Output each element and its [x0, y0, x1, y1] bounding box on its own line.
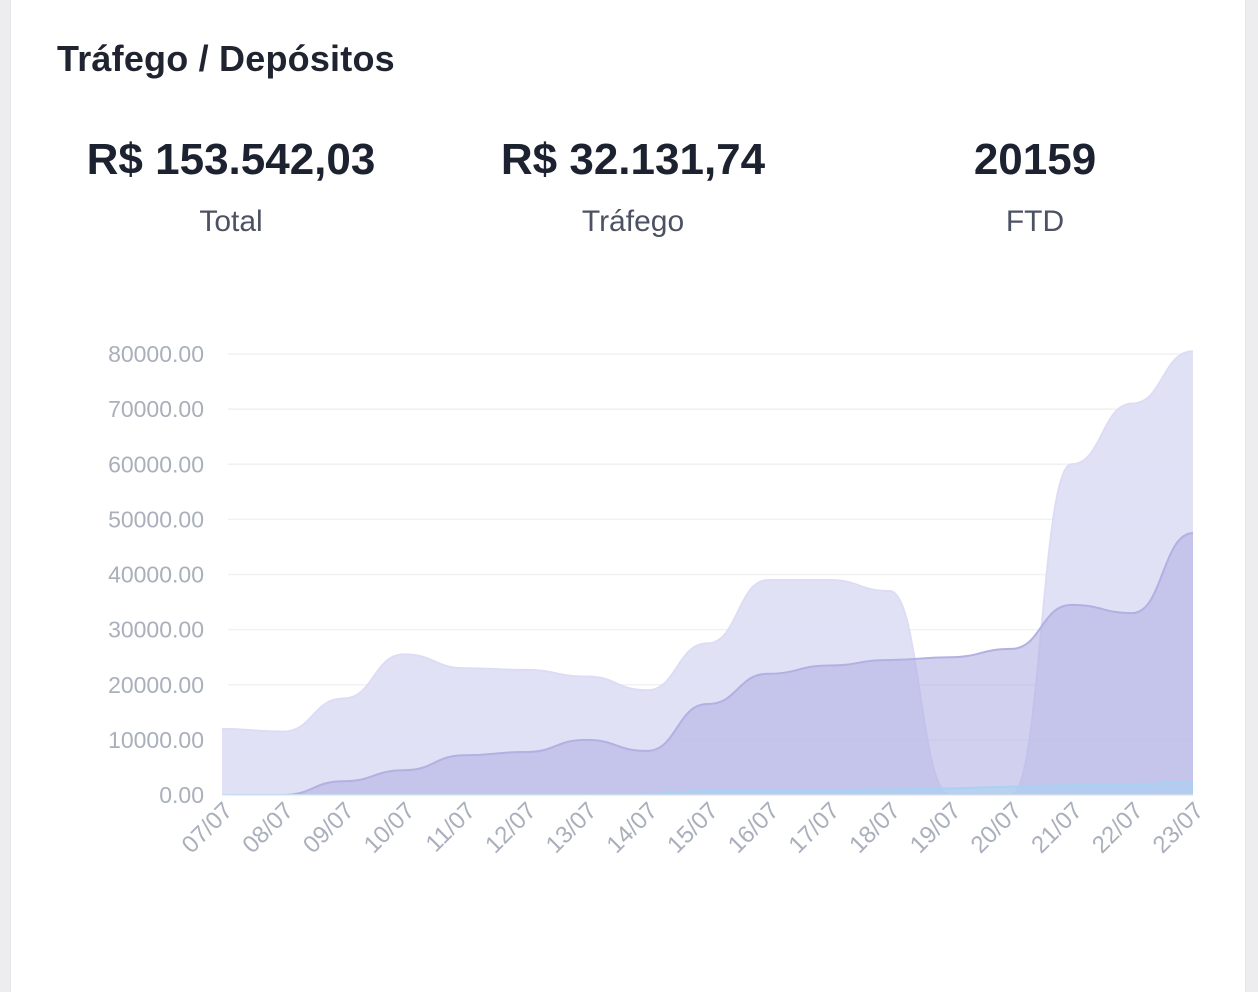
x-tick-label: 17/07: [784, 797, 846, 859]
y-tick-label: 10000.00: [108, 727, 204, 753]
x-tick-label: 20/07: [966, 797, 1028, 859]
x-tick-label: 08/07: [237, 797, 299, 859]
x-tick-label: 23/07: [1148, 797, 1210, 859]
x-tick-label: 09/07: [298, 797, 360, 859]
x-tick-label: 13/07: [541, 797, 603, 859]
x-tick-label: 11/07: [421, 797, 481, 857]
area-chart: 80000.00 70000.00 60000.00 50000.00 40000.00…: [108, 341, 1210, 859]
x-tick-label: 15/07: [662, 797, 724, 859]
y-tick-label: 40000.00: [108, 562, 204, 588]
series-group: [222, 350, 1193, 795]
y-tick-label: 20000.00: [108, 672, 204, 698]
y-tick-label: 50000.00: [108, 506, 204, 532]
y-tick-label: 60000.00: [108, 451, 204, 477]
x-tick-label: 12/07: [480, 797, 542, 859]
x-tick-label: 16/07: [723, 797, 785, 859]
x-tick-label: 18/07: [844, 797, 906, 859]
y-tick-label: 80000.00: [108, 341, 204, 367]
y-tick-label: 30000.00: [108, 617, 204, 643]
x-tick-label: 19/07: [905, 797, 967, 859]
x-tick-label: 22/07: [1087, 797, 1149, 859]
y-tick-label: 0.00: [159, 782, 204, 808]
x-tick-label: 21/07: [1026, 797, 1088, 859]
x-tick-label: 10/07: [359, 797, 421, 859]
y-tick-label: 70000.00: [108, 396, 204, 422]
x-tick-label: 14/07: [601, 797, 663, 859]
